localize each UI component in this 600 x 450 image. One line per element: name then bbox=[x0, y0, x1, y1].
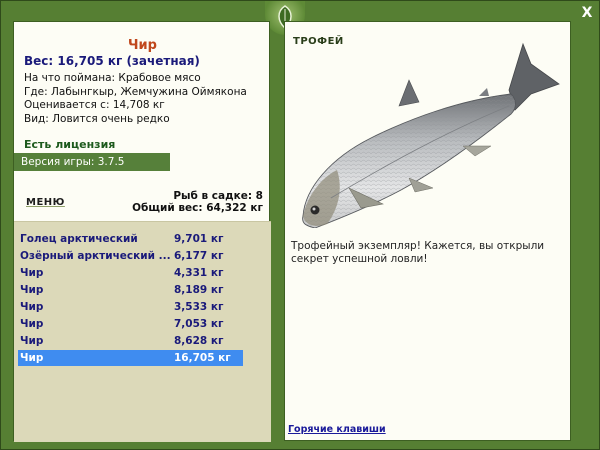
catch-list: Голец арктический 9,701 кг Озёрный аркти… bbox=[14, 221, 271, 442]
list-item[interactable]: Чир 8,628 кг bbox=[18, 333, 243, 349]
list-item-weight: 8,189 кг bbox=[174, 284, 224, 296]
list-item-name: Чир bbox=[20, 335, 44, 347]
caught-on-text: На что поймана: Крабовое мясо bbox=[24, 72, 201, 84]
license-status: Есть лицензия bbox=[24, 138, 116, 151]
list-item-weight: 9,701 кг bbox=[174, 233, 224, 245]
list-item-weight: 7,053 кг bbox=[174, 318, 224, 330]
list-item[interactable]: Голец арктический 9,701 кг bbox=[18, 231, 243, 247]
list-item-selected[interactable]: Чир 16,705 кг bbox=[18, 350, 243, 366]
list-item[interactable]: Чир 8,189 кг bbox=[18, 282, 243, 298]
rarity-text: Вид: Ловится очень редко bbox=[24, 112, 170, 125]
game-window: X Чир Вес: 16,705 кг (зачетная) На что п… bbox=[0, 0, 600, 450]
cage-fish-count: Рыб в садке: 8 bbox=[173, 190, 263, 202]
fish-weight: Вес: 16,705 кг (зачетная) bbox=[24, 54, 200, 68]
list-item-name: Озёрный арктический ... bbox=[20, 250, 171, 262]
list-item[interactable]: Чир 4,331 кг bbox=[18, 265, 243, 281]
cage-total-weight: Общий вес: 64,322 кг bbox=[132, 202, 263, 214]
valued-from-text: Оценивается с: 14,708 кг bbox=[24, 99, 165, 111]
list-item-weight: 4,331 кг bbox=[174, 267, 224, 279]
list-item-name: Чир bbox=[20, 318, 44, 330]
list-item[interactable]: Озёрный арктический ... 6,177 кг bbox=[18, 248, 243, 264]
trophy-message: Трофейный экземпляр! Кажется, вы открыли… bbox=[291, 240, 545, 265]
fish-name: Чир bbox=[128, 38, 157, 53]
list-item-weight: 3,533 кг bbox=[174, 301, 224, 313]
location-text: Где: Лабынгкыр, Жемчужина Оймякона bbox=[24, 85, 247, 98]
list-item-weight: 6,177 кг bbox=[174, 250, 224, 262]
list-item-name: Чир bbox=[20, 301, 44, 313]
catch-panel: Чир Вес: 16,705 кг (зачетная) На что пой… bbox=[13, 21, 271, 442]
list-item-name: Голец арктический bbox=[20, 233, 138, 245]
list-item[interactable]: Чир 3,533 кг bbox=[18, 299, 243, 315]
fish-info: На что поймана: Крабовое мясо Где: Лабын… bbox=[24, 72, 247, 126]
list-item[interactable]: Чир 7,053 кг bbox=[18, 316, 243, 332]
list-item-weight: 16,705 кг bbox=[174, 352, 231, 364]
menu-button[interactable]: МЕНЮ bbox=[26, 197, 65, 208]
list-item-name: Чир bbox=[20, 352, 44, 364]
hotkeys-link[interactable]: Горячие клавиши bbox=[288, 424, 386, 435]
version-bar: Версия игры: 3.7.5 bbox=[14, 153, 170, 171]
trophy-panel: ТРОФЕЙ Трофейный экземпляр! Кажется, вы … bbox=[284, 21, 571, 441]
list-item-weight: 8,628 кг bbox=[174, 335, 224, 347]
cage-stats: Рыб в садке: 8 Общий вес: 64,322 кг bbox=[132, 190, 263, 214]
list-item-name: Чир bbox=[20, 284, 44, 296]
whitefish-image bbox=[302, 42, 560, 228]
list-item-name: Чир bbox=[20, 267, 44, 279]
close-button[interactable]: X bbox=[579, 5, 595, 21]
